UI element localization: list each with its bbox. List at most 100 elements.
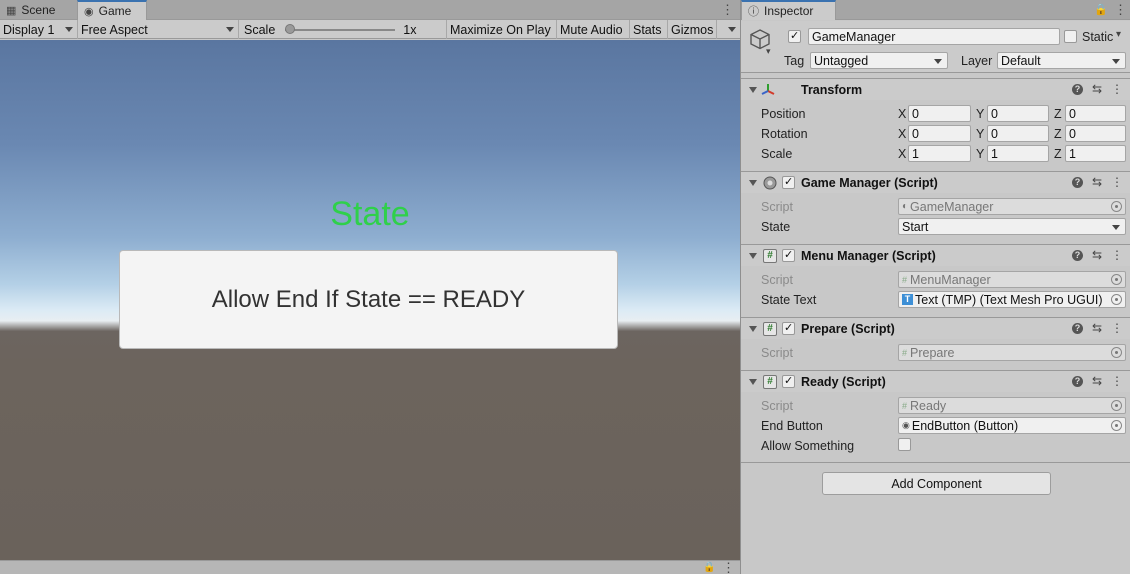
tab-inspector[interactable]: ⓘ Inspector: [741, 0, 836, 20]
tag-dropdown[interactable]: Untagged: [810, 52, 948, 69]
components-divider: [741, 462, 1130, 463]
game-manager-enabled-checkbox[interactable]: [782, 175, 795, 189]
mute-audio-toggle[interactable]: Mute Audio: [557, 20, 630, 39]
object-picker-icon[interactable]: [1111, 274, 1122, 285]
position-x-field[interactable]: 0: [908, 105, 971, 122]
stats-toggle[interactable]: Stats: [630, 20, 668, 39]
chevron-down-icon: [728, 27, 736, 32]
object-picker-icon[interactable]: [1111, 420, 1122, 431]
lock-icon[interactable]: 🔒: [703, 562, 715, 573]
maximize-on-play-label: Maximize On Play: [450, 22, 551, 37]
axis-z-label: Z: [1054, 147, 1062, 161]
scale-x-field[interactable]: 1: [908, 145, 971, 162]
game-viewport[interactable]: State Allow End If State == READY: [0, 40, 740, 560]
chevron-down-icon[interactable]: ▾: [1116, 29, 1121, 40]
prepare-script-field[interactable]: # Prepare: [898, 344, 1126, 361]
ready-enabled-checkbox[interactable]: [782, 374, 795, 388]
scale-slider[interactable]: [285, 20, 396, 39]
ready-header[interactable]: # Ready (Script) ? ⇆ ⋮: [741, 370, 1130, 392]
foldout-arrow-icon[interactable]: [749, 379, 757, 385]
scale-value: 1x: [403, 22, 417, 37]
end-button-field[interactable]: ◉ EndButton (Button): [898, 417, 1126, 434]
axis-x-label: X: [898, 127, 907, 141]
axis-y-label: Y: [976, 127, 985, 141]
state-text-field[interactable]: T Text (TMP) (Text Mesh Pro UGUI): [898, 291, 1126, 308]
component-menu-icon[interactable]: ⋮: [1111, 82, 1123, 96]
prepare-enabled-checkbox[interactable]: [782, 321, 795, 335]
presets-icon[interactable]: ⇆: [1092, 248, 1102, 262]
game-manager-header[interactable]: Game Manager (Script) ? ⇆ ⋮: [741, 171, 1130, 193]
info-icon: ⓘ: [748, 6, 759, 18]
presets-icon[interactable]: ⇆: [1092, 321, 1102, 335]
display-dropdown-label: Display 1: [3, 22, 55, 37]
tab-scene[interactable]: ▦ Scene: [0, 0, 76, 20]
presets-icon[interactable]: ⇆: [1092, 82, 1102, 96]
help-icon[interactable]: ?: [1071, 84, 1083, 95]
aspect-dropdown[interactable]: Free Aspect: [78, 20, 239, 39]
script-file-icon: #: [902, 347, 908, 358]
foldout-arrow-icon[interactable]: [749, 87, 757, 93]
transform-header[interactable]: Transform ? ⇆ ⋮: [741, 78, 1130, 100]
gameobject-name-input[interactable]: GameManager: [808, 28, 1060, 45]
menu-manager-title: Menu Manager (Script): [801, 249, 936, 263]
scale-y-field[interactable]: 1: [987, 145, 1049, 162]
state-text: State: [330, 195, 410, 233]
help-icon[interactable]: ?: [1071, 376, 1083, 387]
help-icon[interactable]: ?: [1071, 323, 1083, 334]
component-menu-icon[interactable]: ⋮: [1111, 248, 1123, 262]
game-manager-script-field[interactable]: ◐ GameManager: [898, 198, 1126, 215]
script-label: Script: [761, 200, 793, 214]
lock-icon[interactable]: 🔒: [1094, 3, 1108, 16]
foldout-arrow-icon[interactable]: [749, 180, 757, 186]
menu-manager-header[interactable]: # Menu Manager (Script) ? ⇆ ⋮: [741, 244, 1130, 266]
gizmos-toggle[interactable]: Gizmos: [668, 20, 717, 39]
component-menu-icon[interactable]: ⋮: [1111, 321, 1123, 335]
game-manager-script-value: GameManager: [910, 199, 994, 214]
scale-slider-knob[interactable]: [285, 24, 296, 34]
static-checkbox[interactable]: [1064, 30, 1077, 43]
prepare-header[interactable]: # Prepare (Script) ? ⇆ ⋮: [741, 317, 1130, 339]
object-picker-icon[interactable]: [1111, 400, 1122, 411]
rotation-y-field[interactable]: 0: [987, 125, 1049, 142]
gameobject-active-checkbox[interactable]: [788, 29, 801, 43]
rotation-x-field[interactable]: 0: [908, 125, 971, 142]
stats-label: Stats: [633, 22, 662, 37]
foldout-arrow-icon[interactable]: [749, 326, 757, 332]
menu-manager-enabled-checkbox[interactable]: [782, 248, 795, 262]
inspector-menu-icon[interactable]: ⋮: [1114, 3, 1127, 16]
gizmos-dropdown[interactable]: [717, 20, 740, 39]
layer-dropdown[interactable]: Default: [997, 52, 1126, 69]
bottom-panel-menu-icon[interactable]: ⋮: [722, 561, 735, 574]
chevron-down-icon: [1112, 59, 1120, 64]
game-panel-menu-icon[interactable]: ⋮: [721, 3, 734, 16]
scale-label: Scale: [244, 22, 276, 37]
scale-z-field[interactable]: 1: [1065, 145, 1126, 162]
display-dropdown[interactable]: Display 1: [0, 20, 78, 39]
csharp-script-icon: #: [763, 322, 777, 336]
maximize-on-play-toggle[interactable]: Maximize On Play: [447, 20, 557, 39]
allow-something-checkbox[interactable]: [898, 438, 911, 451]
component-menu-icon[interactable]: ⋮: [1111, 374, 1123, 388]
add-component-button[interactable]: Add Component: [822, 472, 1051, 495]
tab-game[interactable]: ◉ Game: [77, 0, 147, 20]
help-icon[interactable]: ?: [1071, 177, 1083, 188]
object-picker-icon[interactable]: [1111, 201, 1122, 212]
object-picker-icon[interactable]: [1111, 347, 1122, 358]
presets-icon[interactable]: ⇆: [1092, 374, 1102, 388]
allow-end-button[interactable]: Allow End If State == READY: [119, 250, 618, 349]
chevron-down-icon[interactable]: ▾: [766, 46, 771, 57]
foldout-arrow-icon[interactable]: [749, 253, 757, 259]
menu-manager-script-field[interactable]: # MenuManager: [898, 271, 1126, 288]
presets-icon[interactable]: ⇆: [1092, 175, 1102, 189]
help-icon[interactable]: ?: [1071, 250, 1083, 261]
bottom-panel-strip: 🔒 ⋮: [0, 560, 740, 574]
position-y-field[interactable]: 0: [987, 105, 1049, 122]
gameobject-header: ▾ GameManager Static ▾ Tag Untagged Laye…: [741, 21, 1130, 73]
object-picker-icon[interactable]: [1111, 294, 1122, 305]
ready-script-field[interactable]: # Ready: [898, 397, 1126, 414]
position-z-field[interactable]: 0: [1065, 105, 1126, 122]
state-dropdown[interactable]: Start: [898, 218, 1126, 235]
chevron-down-icon: [934, 59, 942, 64]
component-menu-icon[interactable]: ⋮: [1111, 175, 1123, 189]
rotation-z-field[interactable]: 0: [1065, 125, 1126, 142]
